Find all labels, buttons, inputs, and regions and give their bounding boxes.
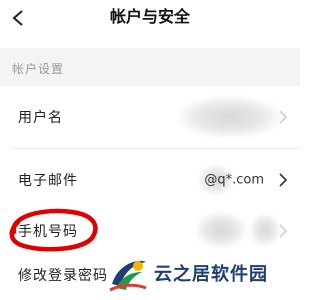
chevron-right-icon xyxy=(279,224,288,238)
page-title: 帐户与安全 xyxy=(109,7,190,26)
watermark: 云之居软件园 xyxy=(108,252,298,294)
chevron-right-icon xyxy=(279,110,288,124)
watermark-logo-icon xyxy=(109,260,147,292)
redacted-username xyxy=(178,96,282,138)
account-security-screen: 帐户与安全 帐户设置 用户名 电子邮件 @q*.com 手机号码 修改登录密码 xyxy=(0,0,300,300)
email-label: 电子邮件 xyxy=(18,173,78,189)
change-password-label: 修改登录密码 xyxy=(18,268,108,284)
header-bar: 帐户与安全 xyxy=(0,0,300,40)
watermark-text: 云之居软件园 xyxy=(154,264,268,285)
chevron-right-icon xyxy=(279,173,288,187)
section-title: 帐户设置 xyxy=(12,62,65,76)
redacted-phone-1 xyxy=(196,212,246,248)
email-value: @q*.com xyxy=(204,172,264,188)
username-row[interactable]: 用户名 xyxy=(0,86,300,148)
phone-label: 手机号码 xyxy=(18,224,78,240)
username-label: 用户名 xyxy=(18,110,63,126)
